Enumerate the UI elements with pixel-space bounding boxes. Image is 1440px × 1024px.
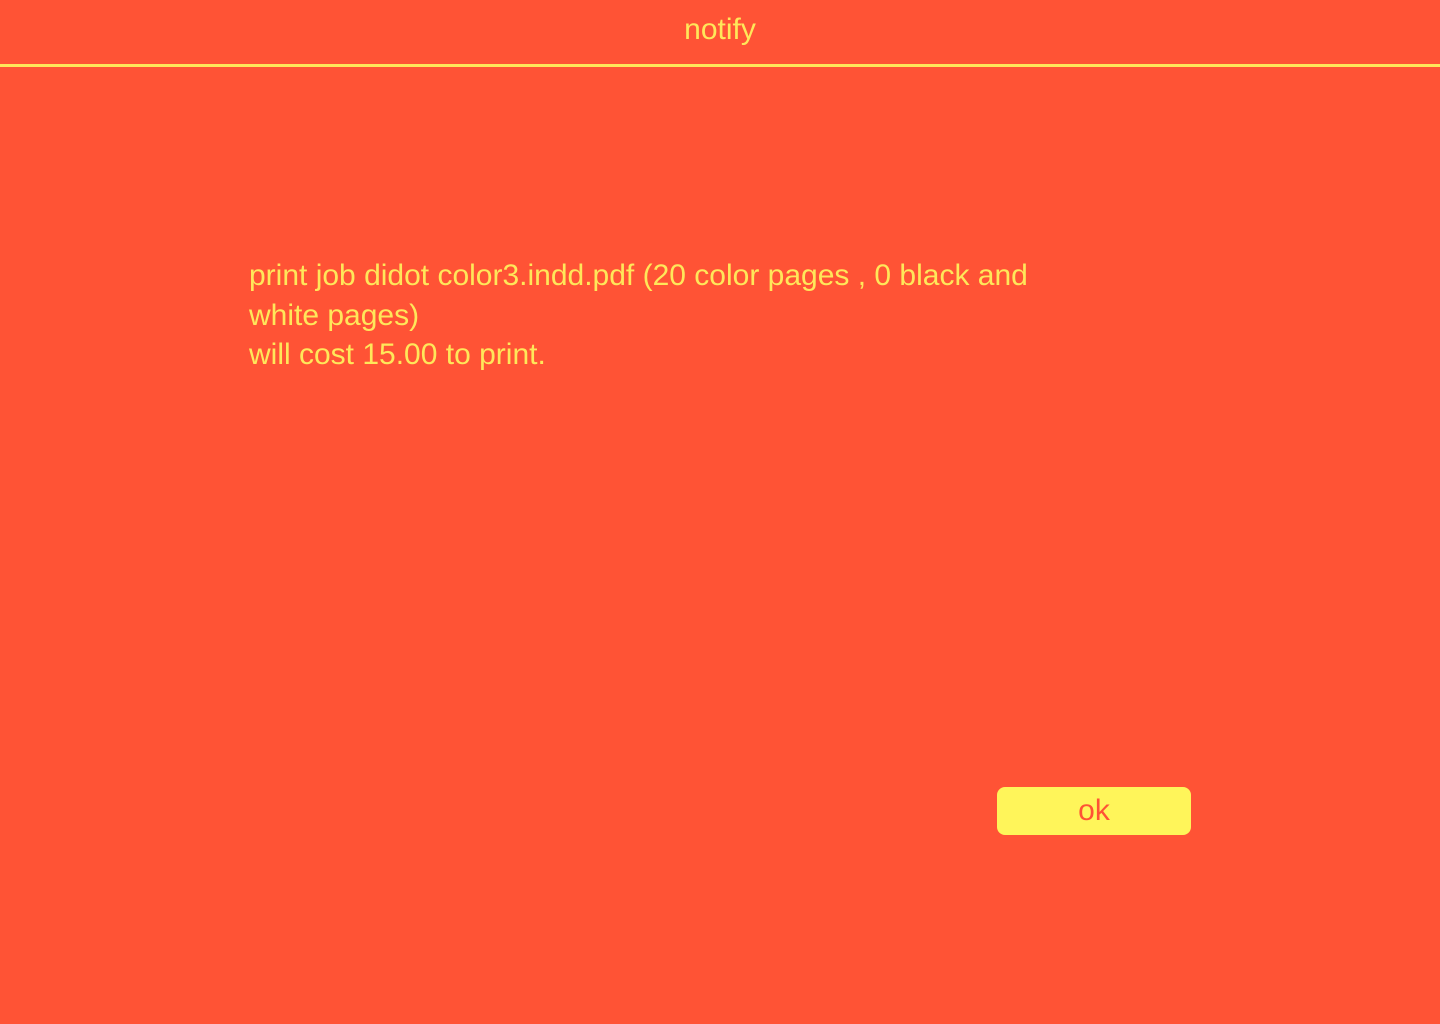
title-bar: notify: [0, 0, 1440, 67]
ok-button[interactable]: ok: [997, 787, 1191, 835]
notification-message: print job didot color3.indd.pdf (20 colo…: [249, 256, 1129, 375]
message-line-3: will cost 15.00 to print.: [249, 338, 546, 371]
notify-dialog: notify print job didot color3.indd.pdf (…: [0, 0, 1440, 1024]
message-line-2: white pages): [249, 298, 420, 332]
message-line-1: print job didot color3.indd.pdf (20 colo…: [249, 259, 1028, 292]
dialog-title: notify: [684, 13, 756, 46]
